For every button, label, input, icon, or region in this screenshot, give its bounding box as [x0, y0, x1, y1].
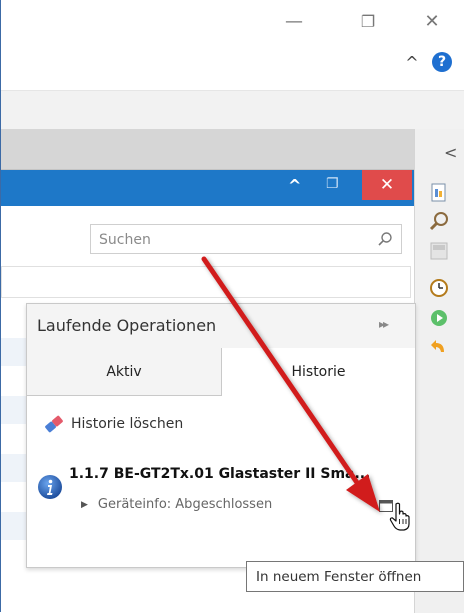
inner-window-titlebar [1, 170, 414, 206]
expand-triangle-icon[interactable]: ▶ [81, 500, 88, 510]
inner-restore-button[interactable]: ❐ [326, 176, 339, 192]
search-box [90, 224, 402, 255]
layout-icon[interactable] [428, 240, 450, 262]
eraser-icon [45, 415, 63, 433]
info-icon [38, 475, 62, 499]
operation-status: Geräteinfo: Abgeschlossen [97, 497, 273, 512]
minimize-button[interactable]: — [274, 6, 314, 36]
restore-button[interactable]: ❐ [348, 6, 388, 36]
panel-title: Laufende Operationen [37, 316, 217, 335]
tab-label: Historie [291, 364, 346, 380]
clock-icon[interactable] [428, 277, 450, 299]
tooltip: In neuem Fenster öffnen [246, 561, 464, 592]
ribbon-area [1, 44, 464, 91]
search-icon[interactable] [428, 210, 450, 232]
tooltip-text: In neuem Fenster öffnen [256, 568, 422, 585]
title-bar [1, 0, 464, 44]
tab-historie[interactable]: Historie [222, 348, 415, 396]
undo-icon[interactable] [428, 336, 450, 358]
clear-history-button[interactable]: Historie löschen [43, 414, 183, 434]
collapse-side-panel-button[interactable]: < [444, 143, 457, 162]
magnifier-icon[interactable] [377, 231, 393, 247]
close-button[interactable]: ✕ [412, 6, 452, 36]
hand-cursor-icon [389, 502, 410, 531]
play-icon[interactable] [428, 307, 450, 329]
document-icon[interactable] [428, 182, 450, 204]
toolbar-band [1, 91, 464, 129]
inner-collapse-button[interactable]: ^ [288, 176, 301, 195]
tab-label: Aktiv [106, 363, 142, 380]
running-operations-panel: Laufende Operationen ▸▸ Aktiv Historie H… [26, 303, 416, 568]
collapse-ribbon-button[interactable]: ^ [402, 52, 422, 72]
filter-row[interactable] [1, 266, 411, 298]
help-icon[interactable]: ? [432, 52, 452, 72]
inner-close-button[interactable]: ✕ [362, 170, 412, 200]
expand-panel-icon[interactable]: ▸▸ [379, 317, 389, 331]
tab-aktiv[interactable]: Aktiv [27, 348, 222, 396]
panel-header-band [1, 129, 414, 170]
search-input[interactable] [91, 225, 371, 255]
operation-entry-title[interactable]: 1.1.7 BE-GT2Tx.01 Glastaster II Sma... [69, 466, 370, 482]
clear-history-label: Historie löschen [71, 416, 184, 432]
operation-entry-details[interactable]: ▶ Geräteinfo: Abgeschlossen [81, 497, 272, 512]
